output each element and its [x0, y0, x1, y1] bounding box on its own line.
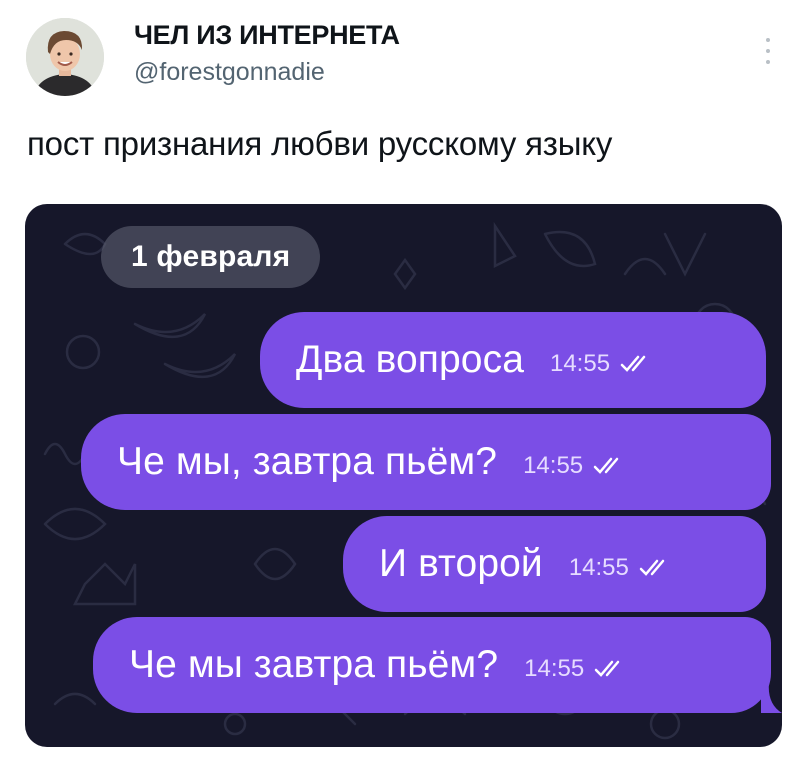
message-meta: 14:55 [523, 452, 627, 480]
message-time: 14:55 [568, 554, 629, 581]
message-text: Че мы, завтра пьём? [117, 440, 498, 483]
double-check-icon [594, 660, 620, 677]
message-meta: 14:55 [550, 350, 654, 378]
outgoing-message-bubble[interactable]: Два вопроса 14:55 [260, 312, 766, 408]
double-check-icon [593, 457, 619, 474]
message-text: Че мы завтра пьём? [129, 643, 499, 686]
tweet: ЧЕЛ ИЗ ИНТЕРНЕТА @forestgonnadie пост пр… [0, 0, 803, 768]
tweet-text: пост признания любви русскому языку [27, 125, 613, 162]
double-check-icon [620, 355, 646, 372]
message-meta: 14:55 [524, 655, 628, 683]
more-options-icon[interactable] [758, 34, 778, 68]
outgoing-message-bubble[interactable]: И второй 14:55 [343, 516, 766, 612]
tweet-media-image[interactable]: 1 февраля Два вопроса 14:55 Че мы, завтр… [25, 204, 782, 747]
chat-date-label: 1 февраля [101, 226, 321, 288]
outgoing-message-bubble[interactable]: Че мы завтра пьём? 14:55 [93, 617, 771, 713]
double-check-icon [639, 559, 665, 576]
message-text: Два вопроса [296, 338, 524, 381]
message-meta: 14:55 [569, 554, 673, 582]
avatar[interactable] [26, 18, 104, 96]
user-photo-icon [26, 18, 104, 96]
message-time: 14:55 [549, 350, 611, 377]
user-handle[interactable]: @forestgonnadie [134, 58, 325, 87]
message-time: 14:55 [523, 452, 584, 479]
bubble-tail [761, 682, 782, 713]
display-name[interactable]: ЧЕЛ ИЗ ИНТЕРНЕТА [134, 20, 400, 51]
message-time: 14:55 [524, 655, 585, 682]
outgoing-message-bubble[interactable]: Че мы, завтра пьём? 14:55 [81, 414, 771, 510]
message-text: И второй [379, 542, 543, 585]
